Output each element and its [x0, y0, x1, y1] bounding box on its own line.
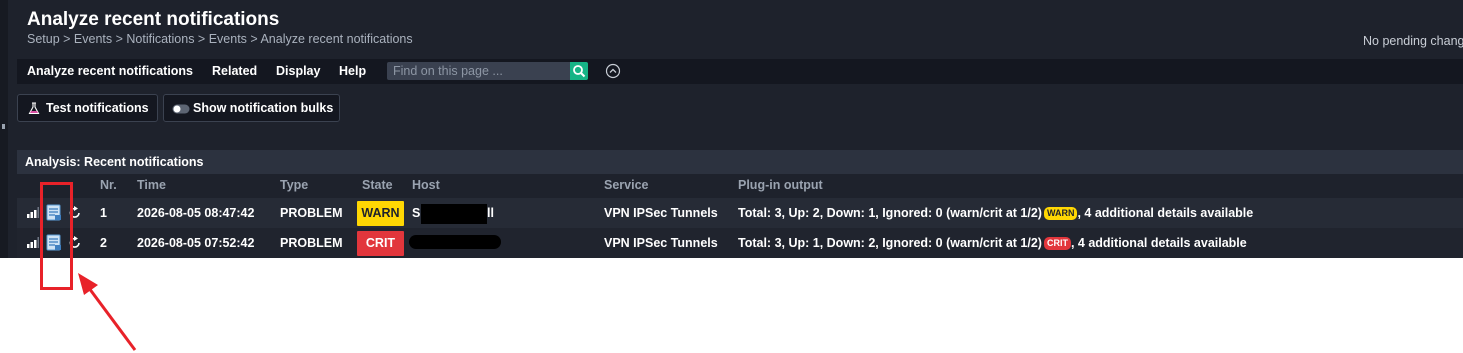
- row-host-suffix[interactable]: ll: [487, 206, 494, 220]
- output-state-badge: WARN: [1043, 207, 1078, 220]
- col-header-service[interactable]: Service: [604, 178, 648, 192]
- state-badge: WARN: [357, 201, 404, 226]
- sidebar-handle[interactable]: [2, 124, 5, 129]
- col-header-state[interactable]: State: [362, 178, 393, 192]
- flask-icon: [28, 102, 40, 115]
- output-details: , 4 additional details available: [1077, 206, 1254, 220]
- show-bulks-button[interactable]: Show notification bulks: [163, 94, 340, 122]
- row-nr: 1: [100, 206, 107, 220]
- output-text: Total: 3, Up: 2, Down: 1, Ignored: 0 (wa…: [738, 206, 1042, 220]
- table-row: 1 2026-08-05 08:47:42 PROBLEM WARN S ll …: [17, 198, 1463, 228]
- row-plugin-output: Total: 3, Up: 2, Down: 1, Ignored: 0 (wa…: [738, 206, 1253, 220]
- row-service[interactable]: VPN IPSec Tunnels: [604, 206, 718, 220]
- output-text: Total: 3, Up: 1, Down: 2, Ignored: 0 (wa…: [738, 236, 1042, 250]
- menu-related[interactable]: Related: [212, 64, 257, 78]
- redacted-host: [421, 204, 487, 224]
- row-service[interactable]: VPN IPSec Tunnels: [604, 236, 718, 250]
- arrow-annotation: [78, 273, 137, 351]
- row-host-prefix[interactable]: S: [412, 206, 420, 220]
- row-type: PROBLEM: [280, 206, 343, 220]
- col-header-nr[interactable]: Nr.: [100, 178, 117, 192]
- page-title: Analyze recent notifications: [27, 9, 280, 30]
- col-header-plugin-output[interactable]: Plug-in output: [738, 178, 823, 192]
- row-plugin-output: Total: 3, Up: 1, Down: 2, Ignored: 0 (wa…: [738, 236, 1247, 250]
- chevron-up-circle-icon[interactable]: [605, 63, 621, 79]
- search-icon: [573, 65, 586, 78]
- toggle-icon[interactable]: [172, 104, 190, 114]
- row-time: 2026-08-05 07:52:42: [137, 236, 255, 250]
- redacted-host: [409, 235, 501, 249]
- row-type: PROBLEM: [280, 236, 343, 250]
- col-header-host[interactable]: Host: [412, 178, 440, 192]
- app-window: Analyze recent notifications Setup > Eve…: [0, 0, 1463, 258]
- highlight-box-annotation: [40, 182, 73, 290]
- output-state-badge: CRIT: [1043, 237, 1071, 250]
- menu-bar: Analyze recent notifications Related Dis…: [17, 59, 1463, 84]
- menu-help[interactable]: Help: [339, 64, 366, 78]
- left-sidebar-strip[interactable]: [0, 0, 8, 258]
- menu-display[interactable]: Display: [276, 64, 320, 78]
- col-header-type[interactable]: Type: [280, 178, 308, 192]
- section-title: Analysis: Recent notifications: [25, 155, 204, 169]
- breadcrumb[interactable]: Setup > Events > Notifications > Events …: [27, 32, 413, 46]
- test-notifications-button[interactable]: Test notifications: [17, 94, 158, 122]
- row-nr: 2: [100, 236, 107, 250]
- pending-changes-link[interactable]: No pending chang: [1363, 34, 1463, 48]
- search-button[interactable]: [570, 62, 588, 80]
- col-header-time[interactable]: Time: [137, 178, 166, 192]
- menu-analyze[interactable]: Analyze recent notifications: [27, 64, 193, 78]
- signal-bars-icon[interactable]: [27, 237, 39, 248]
- table-row: 2 2026-08-05 07:52:42 PROBLEM CRIT VPN I…: [17, 228, 1463, 258]
- test-notifications-label: Test notifications: [46, 101, 149, 115]
- row-time: 2026-08-05 08:47:42: [137, 206, 255, 220]
- signal-bars-icon[interactable]: [27, 207, 39, 218]
- show-bulks-label: Show notification bulks: [193, 101, 334, 115]
- state-badge: CRIT: [357, 231, 404, 256]
- section-header: Analysis: Recent notifications: [17, 150, 1463, 174]
- output-details: , 4 additional details available: [1070, 236, 1247, 250]
- search-input[interactable]: [387, 62, 570, 80]
